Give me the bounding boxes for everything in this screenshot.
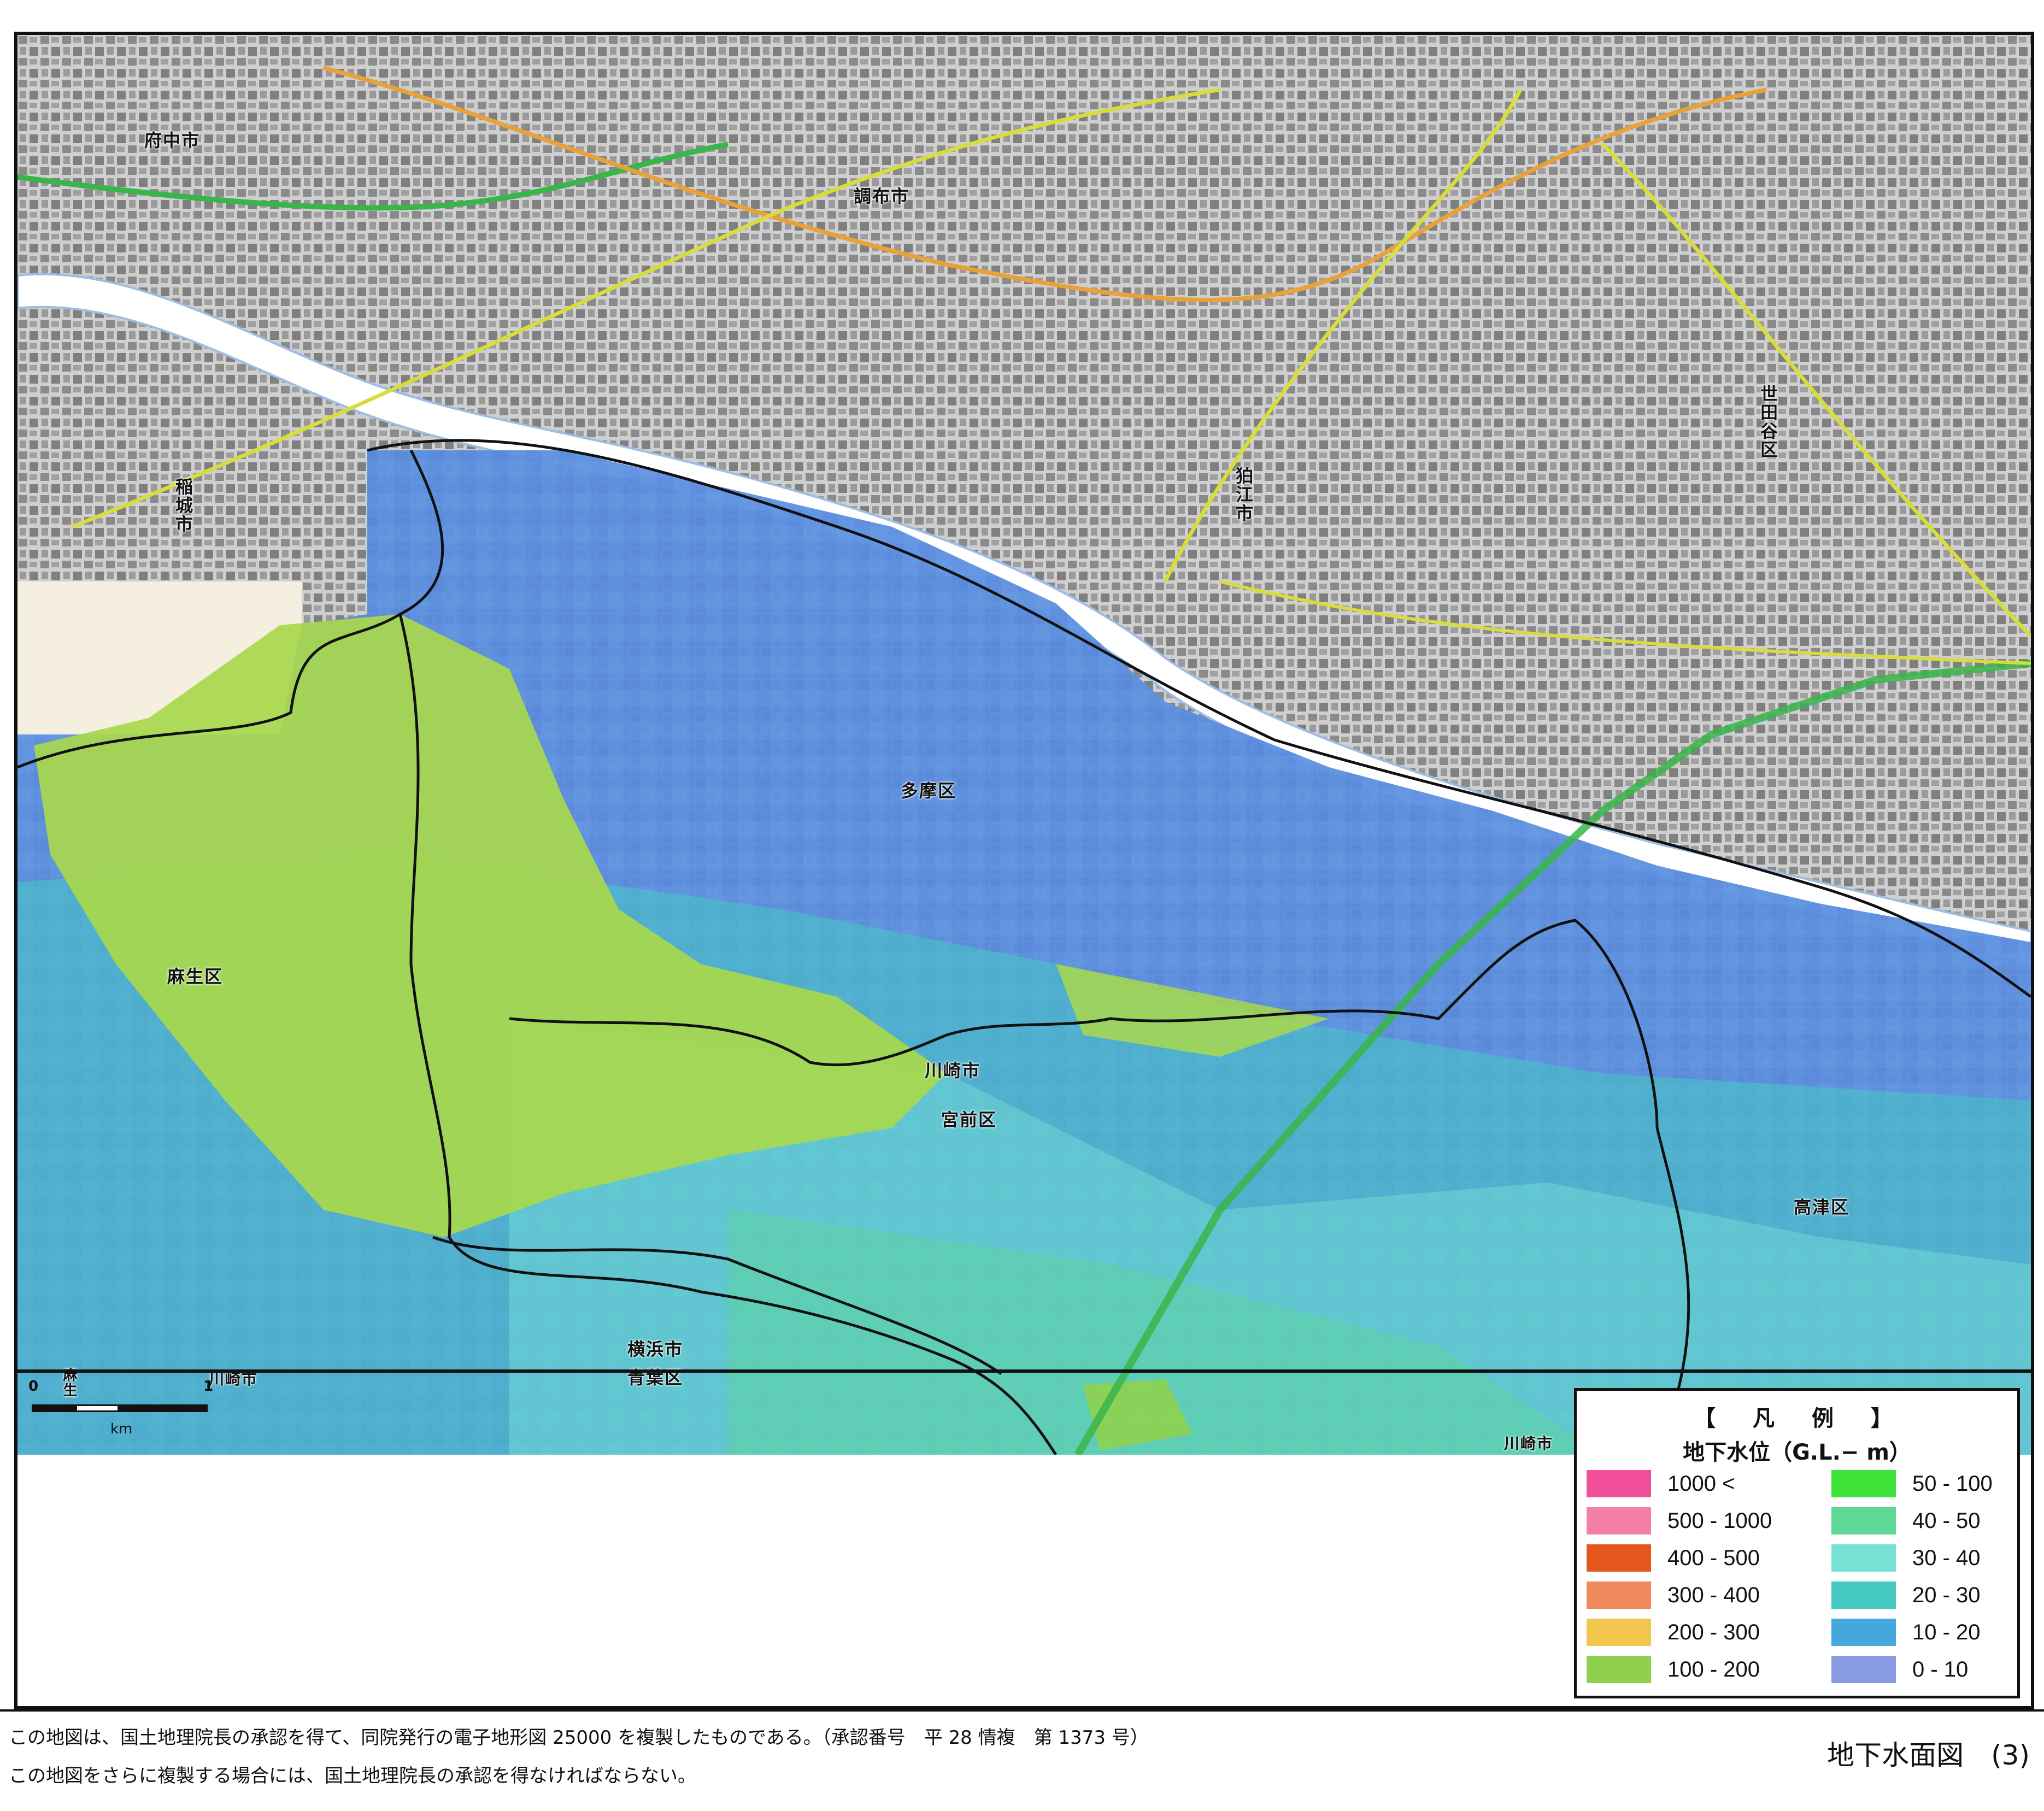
scale-zero-label: 0 [28,1378,39,1395]
legend-label: 10 - 20 [1912,1620,1981,1644]
legend-swatch [1587,1656,1651,1683]
legend-item: 0 - 10 [1831,1654,1968,1685]
legend-item: 200 - 300 [1587,1617,1760,1648]
place-label-komae: 狛江市 [1233,467,1254,522]
legend-swatch [1587,1470,1651,1497]
place-label-aoba: 青葉区 [627,1367,684,1388]
legend-item: 50 - 100 [1831,1468,1993,1499]
legend-swatch [1831,1507,1896,1534]
legend-swatch [1831,1544,1896,1572]
place-label-miyamae: 宮前区 [941,1109,997,1130]
legend-item: 1000 < [1587,1468,1735,1499]
legend-item: 500 - 1000 [1587,1506,1772,1536]
legend-item: 300 - 400 [1587,1580,1760,1610]
scale-one-label: 1 [203,1378,214,1395]
legend-item: 100 - 200 [1587,1654,1760,1685]
place-label-chofu: 調布市 [854,186,910,207]
legend-swatch [1587,1581,1651,1609]
footer-note-reproduction: この地図をさらに複製する場合には、国土地理院長の承認を得なければならない。 [9,1765,696,1787]
scale-segment-2 [75,1404,119,1412]
legend-label: 40 - 50 [1912,1508,1981,1533]
groundwater-map [17,35,2031,1455]
place-label-takatsu: 高津区 [1794,1197,1850,1218]
map-graphic [17,35,2031,1455]
legend-item: 30 - 40 [1831,1543,1981,1573]
legend-swatch [1831,1470,1896,1497]
place-label-asao: 麻生区 [167,966,224,987]
legend-label: 30 - 40 [1912,1545,1981,1570]
legend-label: 200 - 300 [1667,1620,1760,1644]
legend-swatch [1831,1656,1896,1683]
legend-label: 100 - 200 [1667,1657,1760,1681]
legend-label: 1000 < [1667,1471,1735,1496]
legend: 【 凡 例 】 地下水位（G.L.− m） 1000 < 500 - 1000 40… [1574,1388,2020,1698]
footer-note-approval: この地図は、国土地理院長の承認を得て、同院発行の電子地形図 25000 を複製し… [9,1727,1149,1749]
legend-swatch [1831,1619,1896,1646]
legend-item: 20 - 30 [1831,1580,1981,1610]
legend-label: 20 - 30 [1912,1583,1981,1607]
scale-unit-label: km [110,1421,133,1437]
legend-item: 10 - 20 [1831,1617,1981,1648]
legend-swatch [1831,1581,1896,1609]
legend-label: 500 - 1000 [1667,1508,1772,1533]
footer: この地図は、国土地理院長の承認を得て、同院発行の電子地形図 25000 を複製し… [0,1712,2044,1811]
scale-segment-3 [119,1404,208,1412]
legend-label: 300 - 400 [1667,1583,1760,1607]
legend-swatch [1587,1619,1651,1646]
legend-swatch [1587,1544,1651,1572]
legend-subtitle: 地下水位（G.L.− m） [1683,1440,1911,1465]
legend-label: 50 - 100 [1912,1471,1993,1496]
legend-title: 【 凡 例 】 [1694,1406,1900,1431]
place-label-tama: 多摩区 [901,780,957,801]
place-label-kawasaki-bottom-right: 川崎市 [1504,1434,1554,1453]
scale-bar: 0 1 km [28,1376,225,1447]
place-label-kawasaki: 川崎市 [925,1060,981,1081]
legend-item: 400 - 500 [1587,1543,1760,1573]
place-label-setagaya: 世田谷区 [1758,385,1778,459]
legend-item: 40 - 50 [1831,1506,1981,1536]
map-inset-rule [14,1369,2034,1373]
place-label-fuchu: 府中市 [144,130,201,151]
place-label-inagi: 稲城市 [173,478,193,533]
sheet-title: 地下水面図 (3) [1827,1739,2030,1771]
legend-label: 400 - 500 [1667,1545,1760,1570]
scale-segment-1 [32,1404,75,1412]
legend-swatch [1587,1507,1651,1534]
legend-label: 0 - 10 [1912,1657,1969,1681]
place-label-yokohama: 横浜市 [627,1339,684,1360]
